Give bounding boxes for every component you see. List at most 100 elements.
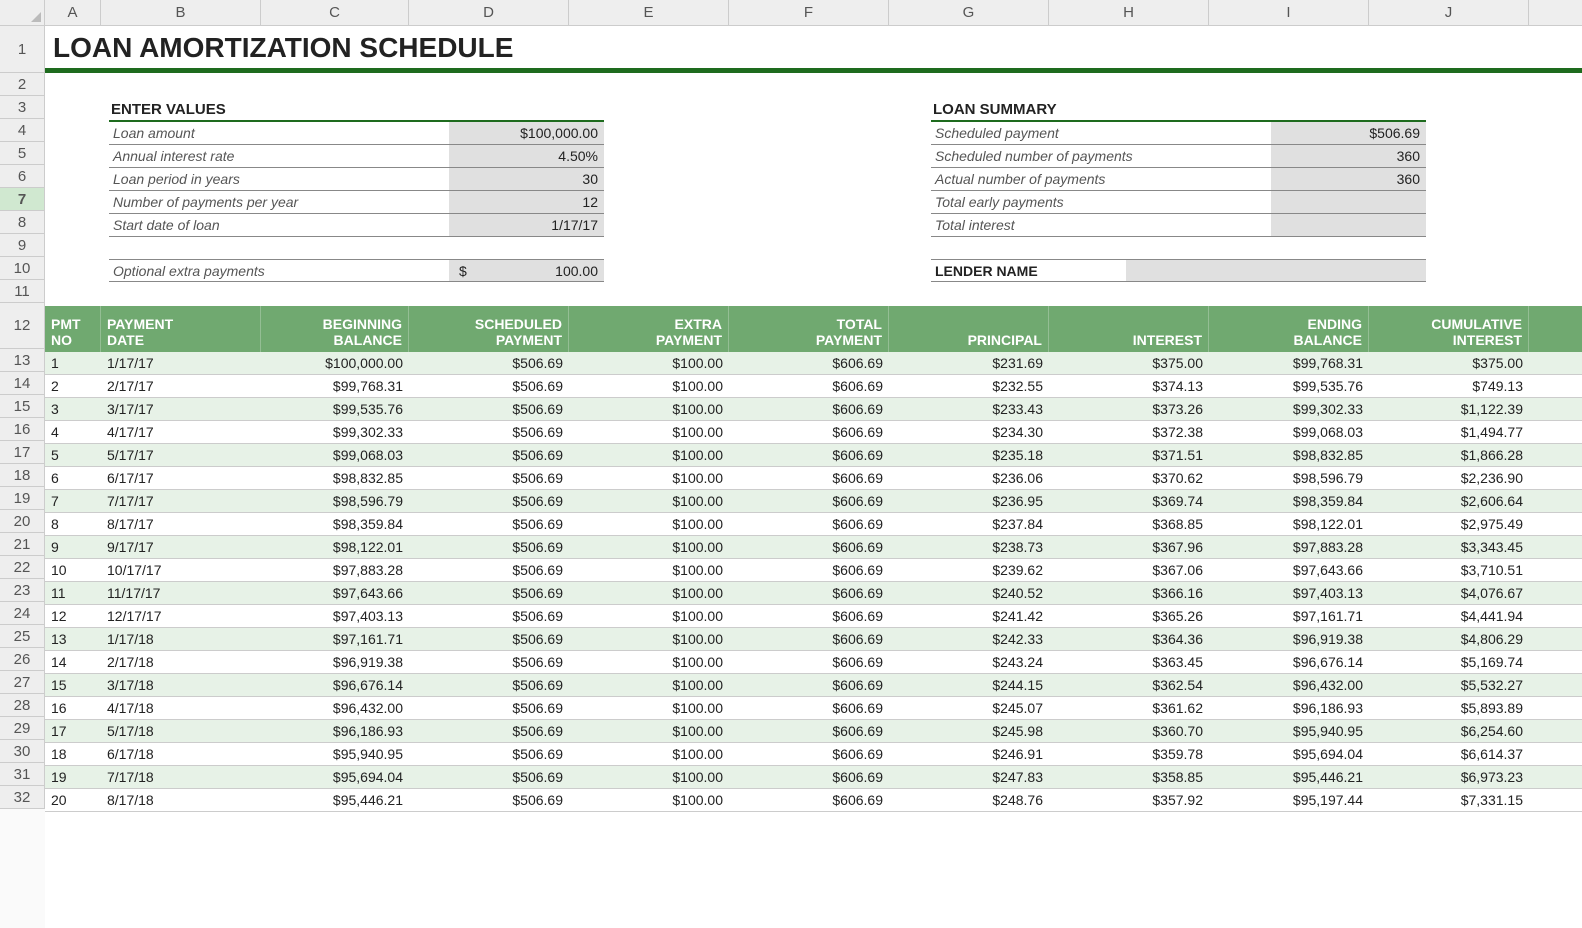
amort-cell-no[interactable]: 1 [45, 352, 101, 374]
row-header-30[interactable]: 30 [0, 740, 44, 763]
amort-cell-int[interactable]: $358.85 [1049, 766, 1209, 788]
amort-cell-int[interactable]: $375.00 [1049, 352, 1209, 374]
amort-cell-no[interactable]: 13 [45, 628, 101, 650]
amort-cell-begin[interactable]: $97,883.28 [261, 559, 409, 581]
amort-cell-princ[interactable]: $236.95 [889, 490, 1049, 512]
amort-cell-end[interactable]: $95,694.04 [1209, 743, 1369, 765]
row-header-2[interactable]: 2 [0, 73, 44, 96]
amort-cell-sched[interactable]: $506.69 [409, 444, 569, 466]
amort-row[interactable]: 77/17/17$98,596.79$506.69$100.00$606.69$… [45, 490, 1582, 513]
extra-payments-value[interactable]: 100.00 [479, 260, 604, 281]
amort-cell-date[interactable]: 2/17/18 [101, 651, 261, 673]
amort-cell-date[interactable]: 7/17/18 [101, 766, 261, 788]
amort-cell-princ[interactable]: $243.24 [889, 651, 1049, 673]
row-header-6[interactable]: 6 [0, 165, 44, 188]
amort-cell-date[interactable]: 4/17/18 [101, 697, 261, 719]
amort-cell-date[interactable]: 8/17/18 [101, 789, 261, 811]
amort-cell-total[interactable]: $606.69 [729, 605, 889, 627]
amort-cell-extra[interactable]: $100.00 [569, 467, 729, 489]
amort-cell-date[interactable]: 6/17/17 [101, 467, 261, 489]
amort-cell-end[interactable]: $95,197.44 [1209, 789, 1369, 811]
amort-cell-cum[interactable]: $1,866.28 [1369, 444, 1529, 466]
amort-cell-no[interactable]: 10 [45, 559, 101, 581]
row-header-17[interactable]: 17 [0, 441, 44, 464]
amort-cell-begin[interactable]: $96,676.14 [261, 674, 409, 696]
amort-row[interactable]: 186/17/18$95,940.95$506.69$100.00$606.69… [45, 743, 1582, 766]
amort-cell-sched[interactable]: $506.69 [409, 651, 569, 673]
amort-cell-extra[interactable]: $100.00 [569, 743, 729, 765]
row-header-3[interactable]: 3 [0, 96, 44, 119]
row-header-9[interactable]: 9 [0, 234, 44, 257]
amort-cell-int[interactable]: $373.26 [1049, 398, 1209, 420]
amort-cell-int[interactable]: $365.26 [1049, 605, 1209, 627]
amort-cell-end[interactable]: $97,643.66 [1209, 559, 1369, 581]
amort-cell-total[interactable]: $606.69 [729, 513, 889, 535]
amort-cell-sched[interactable]: $506.69 [409, 697, 569, 719]
amort-cell-extra[interactable]: $100.00 [569, 628, 729, 650]
amort-cell-sched[interactable]: $506.69 [409, 766, 569, 788]
amort-cell-sched[interactable]: $506.69 [409, 352, 569, 374]
amort-cell-end[interactable]: $99,535.76 [1209, 375, 1369, 397]
amort-cell-sched[interactable]: $506.69 [409, 398, 569, 420]
amort-cell-end[interactable]: $97,403.13 [1209, 582, 1369, 604]
amort-cell-begin[interactable]: $99,302.33 [261, 421, 409, 443]
amort-cell-no[interactable]: 7 [45, 490, 101, 512]
amort-cell-end[interactable]: $98,122.01 [1209, 513, 1369, 535]
amort-cell-no[interactable]: 15 [45, 674, 101, 696]
amort-cell-princ[interactable]: $246.91 [889, 743, 1049, 765]
row-header-22[interactable]: 22 [0, 556, 44, 579]
amort-cell-princ[interactable]: $236.06 [889, 467, 1049, 489]
select-all-corner[interactable] [0, 0, 45, 26]
col-header-G[interactable]: G [889, 0, 1049, 25]
amort-cell-int[interactable]: $374.13 [1049, 375, 1209, 397]
amort-cell-cum[interactable]: $6,614.37 [1369, 743, 1529, 765]
amort-cell-begin[interactable]: $97,161.71 [261, 628, 409, 650]
amort-cell-int[interactable]: $368.85 [1049, 513, 1209, 535]
amort-cell-extra[interactable]: $100.00 [569, 559, 729, 581]
amort-cell-int[interactable]: $360.70 [1049, 720, 1209, 742]
amort-cell-no[interactable]: 18 [45, 743, 101, 765]
amort-cell-begin[interactable]: $99,068.03 [261, 444, 409, 466]
amort-cell-extra[interactable]: $100.00 [569, 651, 729, 673]
row-header-7[interactable]: 7 [0, 188, 44, 211]
amort-cell-begin[interactable]: $97,643.66 [261, 582, 409, 604]
amort-cell-no[interactable]: 14 [45, 651, 101, 673]
row-header-10[interactable]: 10 [0, 257, 44, 280]
amort-cell-cum[interactable]: $749.13 [1369, 375, 1529, 397]
enter-values-value[interactable]: 4.50% [449, 145, 604, 167]
col-header-D[interactable]: D [409, 0, 569, 25]
amort-row[interactable]: 99/17/17$98,122.01$506.69$100.00$606.69$… [45, 536, 1582, 559]
amort-row[interactable]: 142/17/18$96,919.38$506.69$100.00$606.69… [45, 651, 1582, 674]
amort-cell-sched[interactable]: $506.69 [409, 467, 569, 489]
amort-cell-begin[interactable]: $95,940.95 [261, 743, 409, 765]
amort-row[interactable]: 197/17/18$95,694.04$506.69$100.00$606.69… [45, 766, 1582, 789]
column-headers[interactable]: ABCDEFGHIJ [45, 0, 1582, 26]
amort-cell-begin[interactable]: $95,694.04 [261, 766, 409, 788]
row-header-12[interactable]: 12 [0, 303, 44, 349]
row-header-28[interactable]: 28 [0, 694, 44, 717]
amort-cell-begin[interactable]: $95,446.21 [261, 789, 409, 811]
amort-cell-total[interactable]: $606.69 [729, 674, 889, 696]
amort-row[interactable]: 88/17/17$98,359.84$506.69$100.00$606.69$… [45, 513, 1582, 536]
amort-cell-begin[interactable]: $96,919.38 [261, 651, 409, 673]
amort-row[interactable]: 1212/17/17$97,403.13$506.69$100.00$606.6… [45, 605, 1582, 628]
row-header-15[interactable]: 15 [0, 395, 44, 418]
row-header-24[interactable]: 24 [0, 602, 44, 625]
col-header-H[interactable]: H [1049, 0, 1209, 25]
amort-row[interactable]: 55/17/17$99,068.03$506.69$100.00$606.69$… [45, 444, 1582, 467]
amort-cell-princ[interactable]: $241.42 [889, 605, 1049, 627]
amort-cell-begin[interactable]: $96,432.00 [261, 697, 409, 719]
amort-cell-cum[interactable]: $6,973.23 [1369, 766, 1529, 788]
col-header-B[interactable]: B [101, 0, 261, 25]
amort-cell-total[interactable]: $606.69 [729, 375, 889, 397]
amort-cell-princ[interactable]: $234.30 [889, 421, 1049, 443]
row-header-18[interactable]: 18 [0, 464, 44, 487]
amort-cell-end[interactable]: $97,883.28 [1209, 536, 1369, 558]
amort-cell-no[interactable]: 2 [45, 375, 101, 397]
amort-cell-cum[interactable]: $5,893.89 [1369, 697, 1529, 719]
amort-cell-cum[interactable]: $5,532.27 [1369, 674, 1529, 696]
amort-cell-sched[interactable]: $506.69 [409, 421, 569, 443]
amort-cell-princ[interactable]: $232.55 [889, 375, 1049, 397]
amort-cell-total[interactable]: $606.69 [729, 720, 889, 742]
amort-cell-date[interactable]: 5/17/18 [101, 720, 261, 742]
